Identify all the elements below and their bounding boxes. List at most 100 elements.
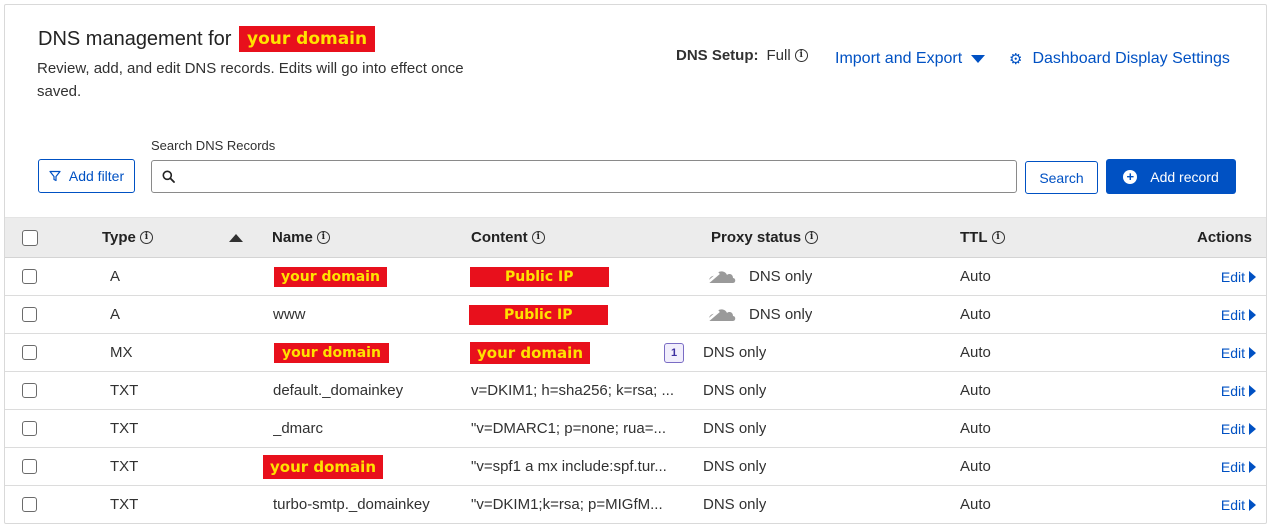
- header-ttl[interactable]: TTL i: [960, 218, 1005, 257]
- record-ttl: Auto: [960, 420, 991, 437]
- edit-button[interactable]: Edit: [1221, 334, 1256, 371]
- record-type: TXT: [110, 458, 139, 475]
- row-checkbox[interactable]: [22, 269, 37, 284]
- table-row: TXT default._domainkey v=DKIM1; h=sha256…: [5, 372, 1266, 410]
- proxy-status: DNS only: [705, 258, 812, 295]
- edit-label: Edit: [1220, 458, 1245, 475]
- table-row: A www Public IP DNS only Auto Edit: [5, 296, 1266, 334]
- header-content[interactable]: Content i: [471, 218, 545, 257]
- play-icon: [1249, 498, 1256, 511]
- proxy-status-label: DNS only: [749, 268, 813, 285]
- header-type[interactable]: Type i: [102, 218, 153, 257]
- row-checkbox[interactable]: [22, 307, 37, 322]
- info-icon: i: [139, 231, 153, 244]
- header-actions: Actions: [1196, 229, 1252, 246]
- record-ttl: Auto: [960, 382, 991, 399]
- header-name[interactable]: Name i: [272, 218, 330, 257]
- redacted-public-ip: Public IP: [469, 304, 608, 325]
- row-checkbox[interactable]: [22, 497, 37, 512]
- dns-setup: DNS Setup: Full i: [676, 47, 808, 64]
- select-all-checkbox[interactable]: [22, 229, 38, 246]
- info-icon: i: [531, 231, 545, 244]
- play-icon: [1249, 308, 1256, 321]
- edit-label: Edit: [1220, 306, 1245, 323]
- import-export-dropdown[interactable]: Import and Export: [835, 50, 986, 68]
- redacted-domain: your domain: [470, 341, 590, 364]
- record-name: turbo-smtp._domainkey: [273, 496, 430, 513]
- proxy-status: DNS only: [703, 382, 767, 399]
- mx-priority-badge: 1: [664, 342, 684, 363]
- table-row: A your domain Public IP DNS only Auto Ed…: [5, 258, 1266, 296]
- record-content: "v=DMARC1; p=none; rua=...: [471, 420, 667, 437]
- redacted-public-ip: Public IP: [470, 266, 609, 287]
- page-title-prefix: DNS management for: [38, 27, 232, 50]
- redacted-domain: your domain: [238, 26, 376, 52]
- page-title: DNS management for your domain: [38, 26, 376, 52]
- edit-button[interactable]: Edit: [1221, 258, 1256, 295]
- add-filter-button[interactable]: Add filter: [38, 159, 135, 193]
- redacted-domain: your domain: [263, 454, 383, 479]
- record-type: TXT: [110, 496, 139, 513]
- record-content: "v=spf1 a mx include:spf.tur...: [471, 458, 667, 475]
- search-label: Search DNS Records: [151, 138, 276, 153]
- info-icon: i: [316, 231, 330, 244]
- add-record-button[interactable]: + Add record: [1106, 159, 1236, 194]
- search-field[interactable]: [151, 160, 1017, 193]
- record-ttl: Auto: [960, 458, 991, 475]
- edit-label: Edit: [1220, 268, 1245, 285]
- table-row: TXT _dmarc "v=DMARC1; p=none; rua=... DN…: [5, 410, 1266, 448]
- play-icon: [1249, 460, 1256, 473]
- edit-button[interactable]: Edit: [1221, 372, 1256, 409]
- proxy-status: DNS only: [703, 496, 767, 513]
- play-icon: [1249, 384, 1256, 397]
- edit-label: Edit: [1220, 344, 1245, 361]
- record-name: www: [273, 306, 306, 323]
- proxy-status: DNS only: [703, 420, 767, 437]
- header-name-label: Name: [272, 229, 313, 246]
- search-input[interactable]: [181, 168, 1016, 185]
- edit-button[interactable]: Edit: [1221, 486, 1256, 523]
- select-all-cell: [22, 218, 38, 257]
- row-checkbox[interactable]: [22, 383, 37, 398]
- record-ttl: Auto: [960, 268, 991, 285]
- import-export-label: Import and Export: [835, 50, 963, 67]
- info-icon: i: [805, 231, 819, 244]
- row-checkbox[interactable]: [22, 459, 37, 474]
- edit-button[interactable]: Edit: [1221, 448, 1256, 485]
- dns-setup-value: Full: [766, 47, 791, 64]
- record-ttl: Auto: [960, 496, 991, 513]
- header-type-label: Type: [102, 229, 136, 246]
- sort-asc-cell: [229, 218, 243, 257]
- row-checkbox[interactable]: [22, 421, 37, 436]
- header-content-label: Content: [471, 229, 528, 246]
- edit-button[interactable]: Edit: [1221, 410, 1256, 447]
- info-icon[interactable]: i: [794, 49, 808, 62]
- header-proxy-status[interactable]: Proxy status i: [711, 218, 819, 257]
- edit-label: Edit: [1220, 496, 1245, 513]
- search-icon: [162, 170, 175, 183]
- row-checkbox[interactable]: [22, 345, 37, 360]
- add-filter-label: Add filter: [68, 168, 125, 184]
- dashboard-display-settings-link[interactable]: ⚙ Dashboard Display Settings: [1009, 50, 1230, 68]
- redacted-domain: your domain: [274, 342, 389, 363]
- play-icon: [1249, 422, 1256, 435]
- record-content: v=DKIM1; h=sha256; k=rsa; ...: [471, 382, 675, 399]
- table-row: TXT turbo-smtp._domainkey "v=DKIM1;k=rsa…: [5, 486, 1266, 523]
- dns-records-table: Type i Name i Content i Proxy status i TTL i …: [5, 217, 1266, 523]
- play-icon: [1249, 270, 1256, 283]
- plus-circle-icon: +: [1123, 169, 1138, 184]
- filter-icon: [49, 170, 61, 182]
- table-row: MX your domain your domain 1 DNS only Au…: [5, 334, 1266, 372]
- proxy-status: DNS only: [703, 458, 767, 475]
- search-button[interactable]: Search: [1025, 161, 1098, 194]
- add-record-label: Add record: [1150, 168, 1219, 185]
- record-type: A: [110, 306, 121, 323]
- dns-setup-label: DNS Setup:: [676, 47, 759, 64]
- dns-management-panel: DNS management for your domain Review, a…: [4, 4, 1267, 524]
- cloud-off-icon: [705, 308, 736, 324]
- edit-button[interactable]: Edit: [1221, 296, 1256, 333]
- sort-asc-icon[interactable]: [229, 233, 243, 242]
- record-name: default._domainkey: [273, 382, 404, 399]
- edit-label: Edit: [1220, 420, 1245, 437]
- edit-label: Edit: [1220, 382, 1245, 399]
